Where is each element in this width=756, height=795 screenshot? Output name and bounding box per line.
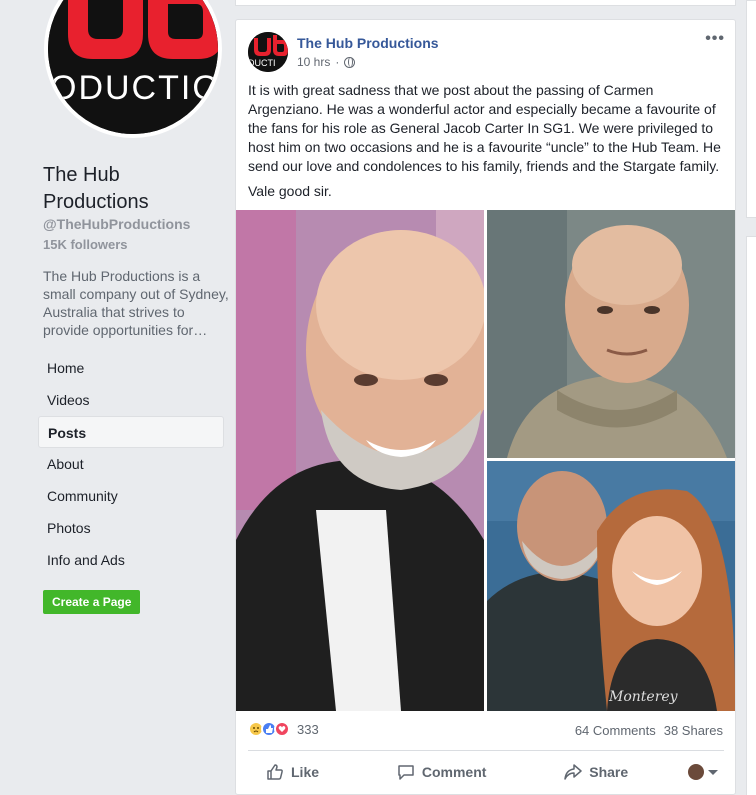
action-divider bbox=[248, 750, 724, 751]
page-nav: Home Videos Posts About Community Photos… bbox=[38, 352, 224, 576]
current-user-avatar bbox=[687, 764, 704, 780]
post-actions: Like Comment Share bbox=[248, 756, 724, 788]
page-about: The Hub Productions is a small company o… bbox=[43, 268, 229, 338]
hub-logo: ODUCTIO bbox=[48, 0, 218, 134]
hub-logo-graphic: ODUCTIO bbox=[48, 0, 218, 134]
left-column: ODUCTIO The Hub Productions @TheHubProdu… bbox=[0, 0, 234, 795]
svg-text:ODUCTIO: ODUCTIO bbox=[50, 69, 218, 107]
comment-button[interactable]: Comment bbox=[379, 763, 505, 781]
post-photo-3[interactable]: Monterey bbox=[487, 461, 735, 711]
chevron-down-icon bbox=[707, 769, 718, 775]
comment-icon bbox=[398, 765, 414, 780]
reactions-summary[interactable]: 333 bbox=[248, 721, 319, 737]
share-icon bbox=[564, 764, 582, 780]
globe-icon bbox=[344, 56, 356, 68]
nav-photos[interactable]: Photos bbox=[38, 512, 224, 544]
photo-3-illustration: Monterey bbox=[487, 461, 735, 711]
svg-text:DUCTI: DUCTI bbox=[248, 58, 276, 68]
page-profile-picture[interactable]: ODUCTIO bbox=[44, 0, 222, 138]
photo-1-illustration bbox=[236, 210, 484, 711]
post-card: DUCTI The Hub Productions 10 hrs · ••• I… bbox=[235, 19, 736, 795]
previous-card-edge bbox=[235, 0, 736, 6]
follower-count: 15K followers bbox=[43, 237, 128, 252]
post-time-text[interactable]: 10 hrs bbox=[297, 55, 330, 69]
post-as-selector[interactable] bbox=[687, 764, 724, 780]
like-icon bbox=[267, 764, 283, 780]
more-icon[interactable]: ••• bbox=[705, 30, 725, 48]
svg-text:Monterey: Monterey bbox=[608, 689, 679, 705]
post-author-name[interactable]: The Hub Productions bbox=[297, 35, 439, 51]
love-reaction-icon bbox=[274, 721, 290, 737]
comment-label[interactable]: Comment bbox=[422, 764, 487, 780]
post-paragraph: Vale good sir. bbox=[248, 183, 332, 199]
create-page-button[interactable]: Create a Page bbox=[43, 590, 141, 614]
nav-community[interactable]: Community bbox=[38, 480, 224, 512]
comments-count[interactable]: 64 Comments bbox=[575, 723, 656, 738]
page-name[interactable]: The Hub Productions bbox=[43, 162, 213, 216]
hub-logo-small: DUCTI bbox=[248, 32, 288, 72]
page-handle[interactable]: @TheHubProductions bbox=[43, 216, 190, 232]
post-timestamp[interactable]: 10 hrs · bbox=[297, 55, 356, 69]
post-paragraph: It is with great sadness that we post ab… bbox=[248, 82, 721, 174]
post-body: It is with great sadness that we post ab… bbox=[248, 81, 726, 207]
engagement-counts: 64 Comments 38 Shares bbox=[575, 723, 723, 738]
post-photo-1[interactable] bbox=[236, 210, 484, 711]
like-label[interactable]: Like bbox=[291, 764, 319, 780]
side-card-edge-lower bbox=[746, 236, 756, 795]
like-button[interactable]: Like bbox=[248, 763, 337, 781]
nav-info-and-ads[interactable]: Info and Ads bbox=[38, 544, 224, 576]
photo-grid: Monterey bbox=[236, 210, 735, 711]
shares-count[interactable]: 38 Shares bbox=[664, 723, 723, 738]
side-card-edge bbox=[746, 0, 756, 218]
post-author-avatar[interactable]: DUCTI bbox=[248, 32, 288, 72]
time-separator: · bbox=[335, 55, 340, 69]
share-label[interactable]: Share bbox=[589, 764, 628, 780]
nav-home[interactable]: Home bbox=[38, 352, 224, 384]
nav-about[interactable]: About bbox=[38, 448, 224, 480]
reactions-count[interactable]: 333 bbox=[297, 722, 319, 737]
photo-2-illustration bbox=[487, 210, 735, 458]
nav-posts[interactable]: Posts bbox=[38, 416, 224, 448]
share-button[interactable]: Share bbox=[546, 763, 646, 781]
nav-videos[interactable]: Videos bbox=[38, 384, 224, 416]
post-photo-2[interactable] bbox=[487, 210, 735, 458]
